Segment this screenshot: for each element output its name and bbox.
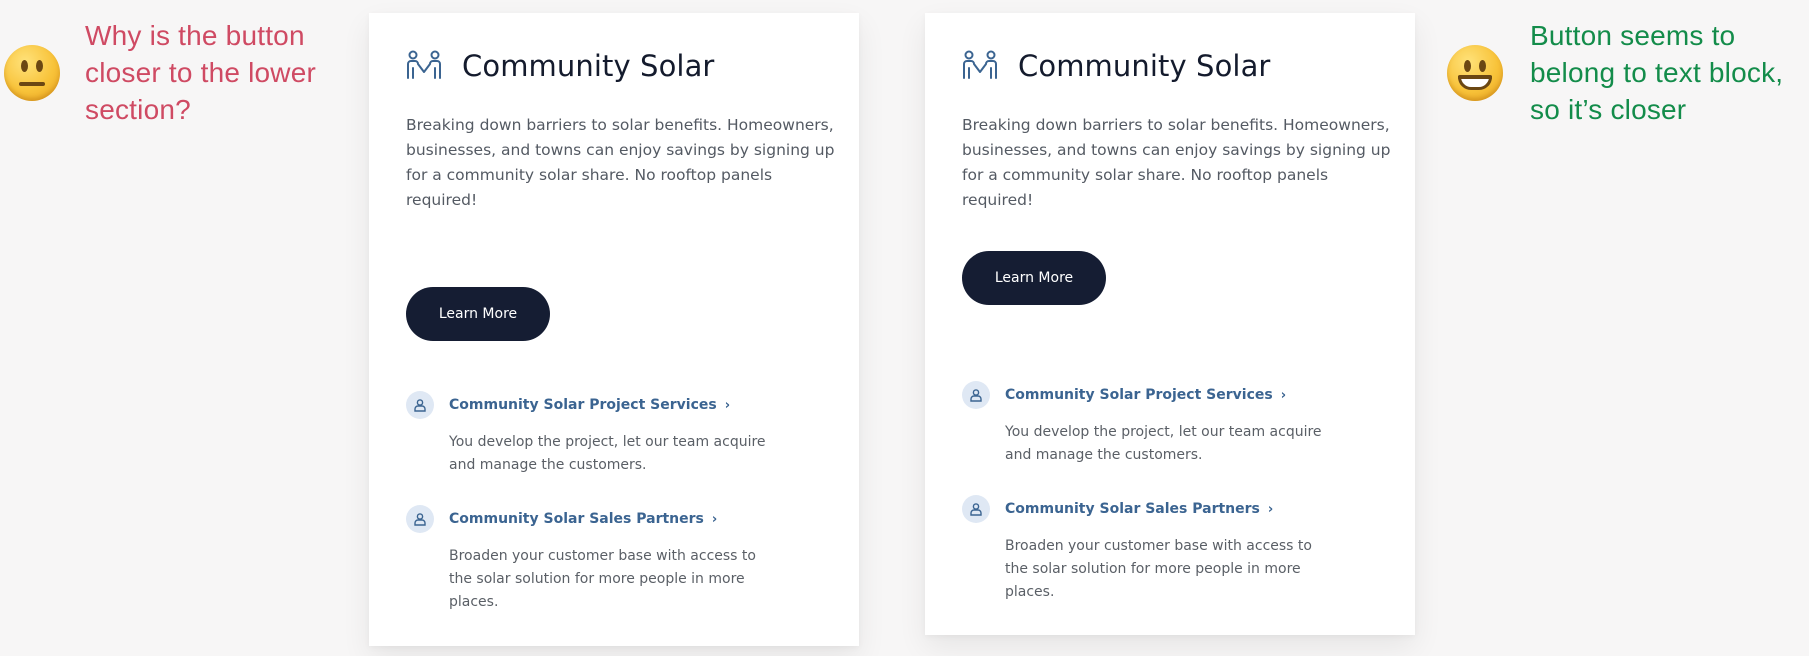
card-before: Community Solar Breaking down barriers t… — [369, 13, 859, 646]
chevron-right-icon[interactable]: › — [712, 512, 717, 527]
card-description: Breaking down barriers to solar benefits… — [406, 116, 835, 209]
right-annotation: Button seems to belong to text block, so… — [1530, 20, 1784, 125]
list-item: Community Solar Project Services › You d… — [962, 381, 1382, 495]
card-title: Community Solar — [1018, 49, 1271, 83]
person-icon — [962, 381, 990, 409]
chevron-right-icon[interactable]: › — [725, 398, 730, 413]
link-description: Broaden your customer base with access t… — [449, 548, 756, 610]
comparison-stage: Why is the button closer to the lower se… — [0, 0, 1809, 656]
links-section: Community Solar Project Services › You d… — [962, 381, 1382, 609]
link-description: You develop the project, let our team ac… — [1005, 424, 1322, 463]
project-services-link[interactable]: Community Solar Project Services — [1005, 387, 1273, 403]
links-section: Community Solar Project Services › You d… — [406, 391, 826, 619]
person-icon — [406, 391, 434, 419]
neutral-face-emoji — [4, 45, 60, 101]
card-title: Community Solar — [462, 49, 715, 83]
card-after: Community Solar Breaking down barriers t… — [925, 13, 1415, 635]
smiling-face-emoji — [1447, 45, 1503, 101]
link-description: Broaden your customer base with access t… — [1005, 538, 1312, 600]
people-icon — [407, 50, 441, 79]
list-item: Community Solar Sales Partners › Broaden… — [406, 505, 826, 619]
sales-partners-link[interactable]: Community Solar Sales Partners — [449, 511, 704, 527]
learn-more-button[interactable]: Learn More — [406, 287, 550, 341]
project-services-link[interactable]: Community Solar Project Services — [449, 397, 717, 413]
people-icon — [963, 50, 997, 79]
person-icon — [962, 495, 990, 523]
link-description: You develop the project, let our team ac… — [449, 434, 766, 473]
card-header: Community Solar — [406, 49, 714, 83]
list-item: Community Solar Sales Partners › Broaden… — [962, 495, 1382, 609]
chevron-right-icon[interactable]: › — [1281, 388, 1286, 403]
chevron-right-icon[interactable]: › — [1268, 502, 1273, 517]
list-item: Community Solar Project Services › You d… — [406, 391, 826, 505]
person-icon — [406, 505, 434, 533]
learn-more-button[interactable]: Learn More — [962, 251, 1106, 305]
left-annotation: Why is the button closer to the lower se… — [85, 20, 317, 125]
card-description: Breaking down barriers to solar benefits… — [962, 116, 1391, 209]
sales-partners-link[interactable]: Community Solar Sales Partners — [1005, 501, 1260, 517]
card-header: Community Solar — [962, 49, 1270, 83]
